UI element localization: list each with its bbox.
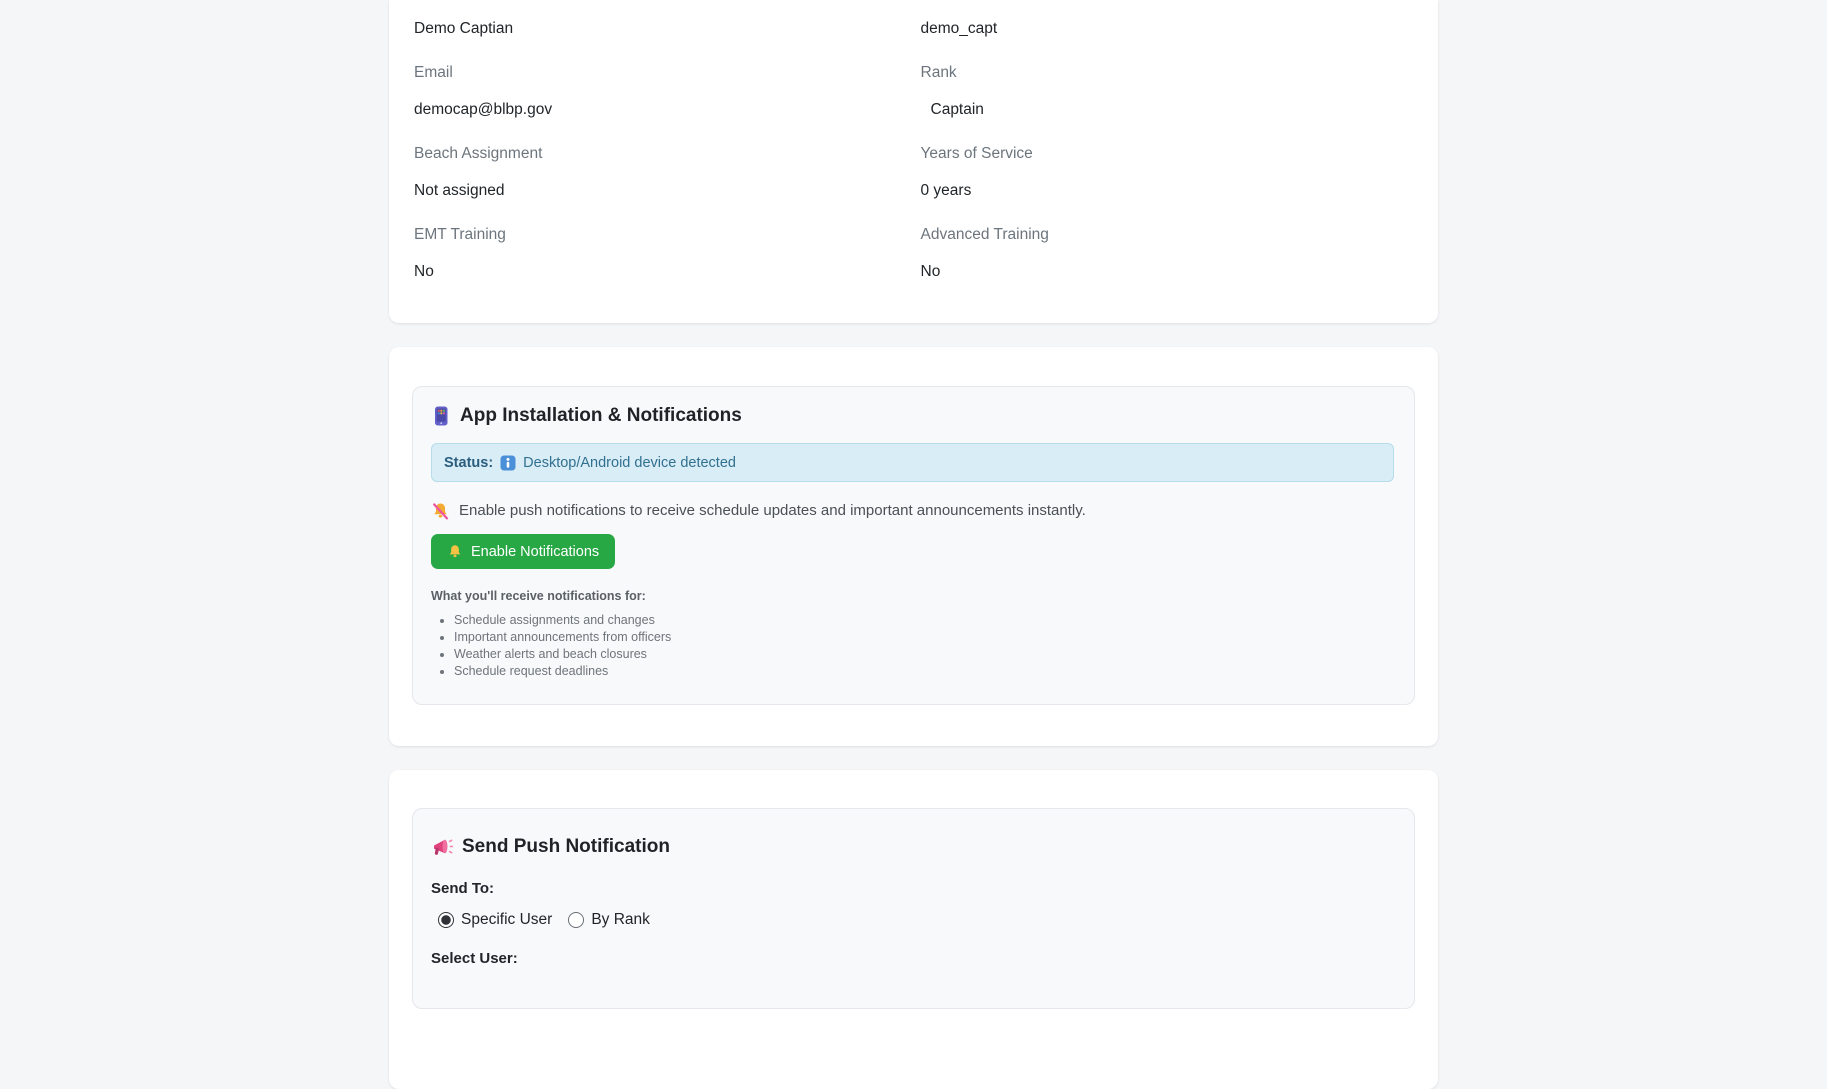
send-push-title: Send Push Notification <box>462 836 670 857</box>
app-installation-title: App Installation & Notifications <box>460 405 742 426</box>
profile-grid: Demo Captian Email democap@blbp.gov Beac… <box>414 18 1413 282</box>
rank-label: Rank <box>920 64 957 81</box>
device-status-alert: Status: Desktop/Android device detected <box>431 443 1394 482</box>
profile-left-column: Demo Captian Email democap@blbp.gov Beac… <box>414 18 907 282</box>
beach-assignment-value: Not assigned <box>414 182 505 199</box>
profile-username-value: demo_capt <box>920 20 998 37</box>
info-icon <box>500 455 516 470</box>
enable-notifications-button[interactable]: Enable Notifications <box>431 534 616 569</box>
send-push-title-row: Send Push Notification <box>431 835 1394 859</box>
years-of-service-value: 0 years <box>920 182 972 199</box>
status-text: Desktop/Android device detected <box>523 454 736 471</box>
radio-option-specific-user[interactable]: Specific User <box>438 911 552 929</box>
push-description-text: Enable push notifications to receive sch… <box>459 502 1086 519</box>
bell-slash-icon <box>433 502 449 519</box>
profile-name-value: Demo Captian <box>414 20 514 37</box>
emt-training-value: No <box>414 263 434 280</box>
enable-notifications-label: Enable Notifications <box>471 543 600 560</box>
rank-value: Captain <box>930 101 984 118</box>
specific-user-radio[interactable] <box>438 912 454 928</box>
email-value: democap@blbp.gov <box>414 101 553 118</box>
app-installation-title-row: App Installation & Notifications <box>431 404 1394 428</box>
page-content: Demo Captian Email democap@blbp.gov Beac… <box>389 0 1438 1089</box>
send-push-panel: Send Push Notification Send To: Specific… <box>412 808 1415 1009</box>
list-item: Schedule assignments and changes <box>454 612 1394 629</box>
profile-card: Demo Captian Email democap@blbp.gov Beac… <box>389 0 1438 323</box>
by-rank-radio[interactable] <box>568 912 585 928</box>
send-to-radio-group: Specific User By Rank <box>431 911 1394 929</box>
notifications-list-heading: What you'll receive notifications for: <box>431 589 646 603</box>
specific-user-radio-label: Specific User <box>461 911 553 928</box>
advanced-training-label: Advanced Training <box>920 226 1049 243</box>
list-item: Important announcements from officers <box>454 629 1394 646</box>
mobile-phone-icon <box>435 406 448 426</box>
megaphone-icon <box>434 839 453 855</box>
list-item: Weather alerts and beach closures <box>454 646 1394 663</box>
emt-training-label: EMT Training <box>414 226 506 243</box>
push-description-row: Enable push notifications to receive sch… <box>431 501 1394 521</box>
list-item: Schedule request deadlines <box>454 663 1394 680</box>
email-label: Email <box>414 64 453 81</box>
select-user-label: Select User: <box>431 950 518 967</box>
send-to-label: Send To: <box>431 880 495 897</box>
advanced-training-value: No <box>920 263 941 280</box>
bell-icon <box>449 544 461 557</box>
years-of-service-label: Years of Service <box>920 145 1033 162</box>
status-label: Status: <box>444 454 494 471</box>
radio-option-by-rank[interactable]: By Rank <box>568 911 650 929</box>
by-rank-radio-label: By Rank <box>591 911 650 928</box>
beach-assignment-label: Beach Assignment <box>414 145 543 162</box>
profile-right-column: demo_capt Rank Captain Years of Service … <box>921 18 1414 282</box>
app-installation-card: App Installation & Notifications Status:… <box>389 347 1438 746</box>
send-push-card: Send Push Notification Send To: Specific… <box>389 770 1438 1089</box>
app-installation-panel: App Installation & Notifications Status:… <box>412 386 1415 705</box>
notifications-list: Schedule assignments and changes Importa… <box>431 612 1394 680</box>
